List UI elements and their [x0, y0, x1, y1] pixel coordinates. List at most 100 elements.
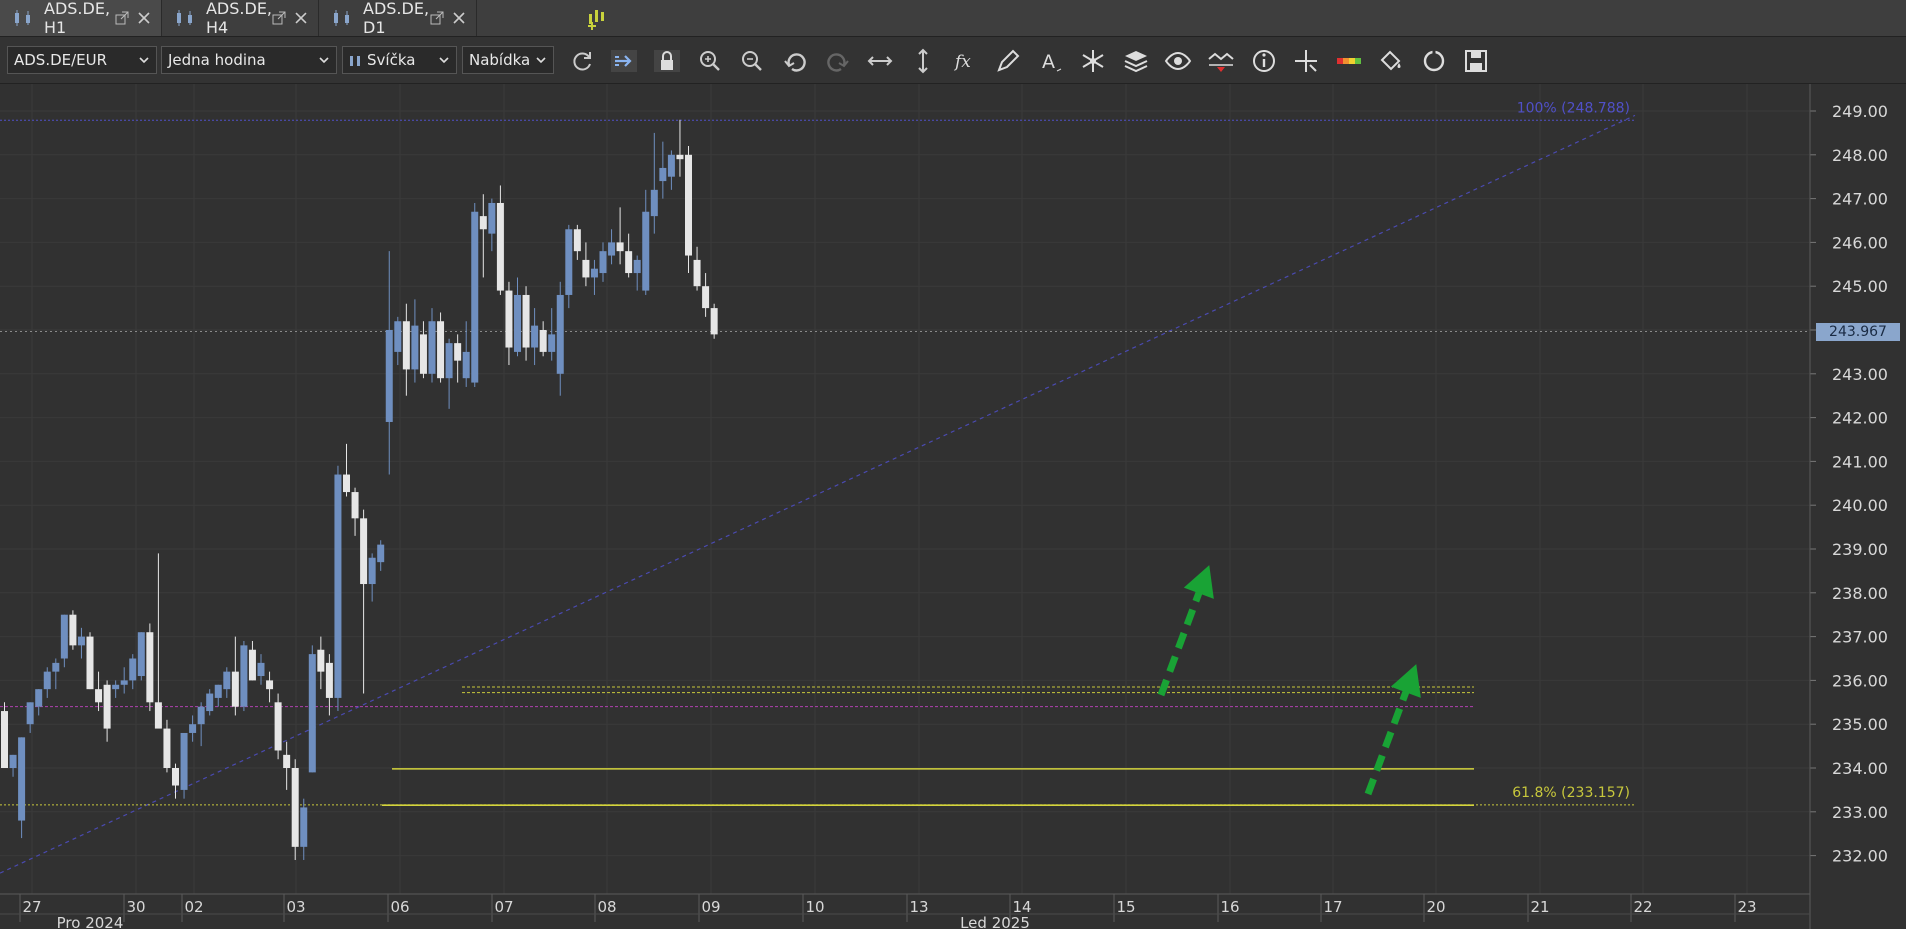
x-month-label: Led 2025 [960, 914, 1030, 929]
tab-label: ADS.DE, D1 [363, 0, 430, 37]
svg-text:A: A [1042, 51, 1055, 73]
candle-body [505, 290, 513, 348]
vertical-resize-icon[interactable] [909, 47, 937, 75]
candle-body [394, 321, 402, 352]
current-price-label: 243.967 [1816, 323, 1900, 341]
candle-body [52, 662, 60, 672]
close-icon[interactable] [137, 11, 151, 25]
y-tick-label: 233.00 [1832, 803, 1888, 822]
x-tick-label: 30 [126, 898, 145, 916]
candle-body [411, 325, 419, 370]
period-select[interactable]: Jedna hodina [161, 46, 337, 74]
candles-icon [176, 10, 192, 26]
close-icon[interactable] [294, 11, 308, 25]
redo-icon[interactable] [824, 47, 852, 75]
price-chart[interactable]: 249.00248.00247.00246.00245.00244.00243.… [0, 84, 1906, 929]
reload-icon[interactable] [1420, 47, 1448, 75]
fib-level-label: 100% (248.788) [1517, 100, 1630, 116]
candle-body [172, 768, 179, 786]
zoom-in-icon[interactable] [696, 47, 724, 75]
candle-body [514, 294, 521, 352]
lock-icon[interactable] [653, 47, 681, 75]
pencil-icon[interactable] [994, 47, 1022, 75]
candle-body [214, 684, 222, 698]
candle-body [206, 693, 214, 712]
candle-body [317, 649, 325, 672]
offer-side-select[interactable]: Nabídka [462, 46, 554, 74]
y-tick-label: 236.00 [1832, 671, 1888, 690]
y-tick-label: 235.00 [1832, 715, 1888, 734]
star-icon[interactable] [1079, 47, 1107, 75]
x-tick-label: 07 [494, 898, 513, 916]
candle-body [9, 754, 17, 768]
y-tick-label: 239.00 [1832, 540, 1888, 559]
text-icon[interactable]: A [1037, 47, 1065, 75]
candle-body [522, 294, 530, 348]
candle-body [43, 671, 51, 690]
x-tick-label: 06 [390, 898, 409, 916]
chevron-down-icon [439, 57, 449, 64]
eye-icon[interactable] [1164, 47, 1192, 75]
candle-body [360, 518, 368, 585]
info-icon[interactable] [1250, 47, 1278, 75]
save-icon[interactable] [1462, 47, 1490, 75]
tab-ads-h4[interactable]: ADS.DE, H4 [162, 0, 319, 37]
undo-icon[interactable] [781, 47, 809, 75]
refresh-icon[interactable] [568, 47, 596, 75]
horizontal-resize-icon[interactable] [866, 47, 894, 75]
candle-body [496, 202, 504, 291]
candle-body [351, 492, 359, 519]
candle-body [69, 614, 77, 646]
popout-icon[interactable] [115, 11, 129, 25]
candle-body [368, 557, 376, 585]
layers-icon[interactable] [1122, 47, 1150, 75]
candle-body [60, 614, 68, 659]
candle-body [257, 662, 265, 677]
crosshair-icon[interactable] [1292, 47, 1320, 75]
popout-icon[interactable] [272, 11, 286, 25]
function-icon[interactable]: fx [952, 47, 980, 75]
candle-body [702, 286, 710, 309]
candle-body [479, 216, 487, 230]
candle-body [556, 294, 564, 374]
candle-body [274, 702, 282, 751]
add-chart-icon[interactable] [586, 6, 610, 30]
candle-body [95, 689, 103, 703]
candle-body [582, 259, 590, 278]
candle-body [659, 167, 667, 182]
tab-ads-h1[interactable]: ADS.DE, H1 [0, 0, 162, 37]
close-icon[interactable] [452, 11, 466, 25]
popout-icon[interactable] [430, 11, 444, 25]
candle-type-icon [350, 56, 360, 66]
candle-body [642, 211, 650, 291]
chart-type-select[interactable]: Svíčka [342, 46, 457, 74]
color-scale-icon[interactable] [1335, 47, 1363, 75]
candle-body [86, 636, 94, 690]
candle-body [377, 544, 385, 563]
tab-ads-d1[interactable]: ADS.DE, D1 [319, 0, 477, 37]
y-tick-label: 243.00 [1832, 365, 1888, 384]
candle-body [599, 251, 607, 274]
candle-body [685, 154, 692, 256]
y-tick-label: 234.00 [1832, 759, 1888, 778]
candle-body [402, 321, 410, 370]
indicator-icon[interactable] [1207, 47, 1235, 75]
tab-label: ADS.DE, H4 [205, 0, 273, 37]
candle-body [1, 711, 8, 768]
instrument-select[interactable]: ADS.DE/EUR [7, 46, 157, 74]
paint-icon[interactable] [1377, 47, 1405, 75]
candle-body [163, 728, 171, 768]
candle-body [650, 189, 658, 217]
candle-body [625, 251, 633, 274]
zoom-out-icon[interactable] [738, 47, 766, 75]
y-tick-label: 241.00 [1832, 452, 1888, 471]
x-tick-label: 21 [1530, 898, 1549, 916]
chart-type-value: Svíčka [367, 51, 416, 69]
candle-body [189, 724, 197, 733]
y-tick-label: 249.00 [1832, 102, 1888, 121]
shift-icon[interactable] [610, 47, 638, 75]
candle-body [633, 259, 641, 274]
candle-body [616, 242, 624, 252]
candle-body [710, 308, 718, 335]
x-tick-label: 27 [22, 898, 41, 916]
